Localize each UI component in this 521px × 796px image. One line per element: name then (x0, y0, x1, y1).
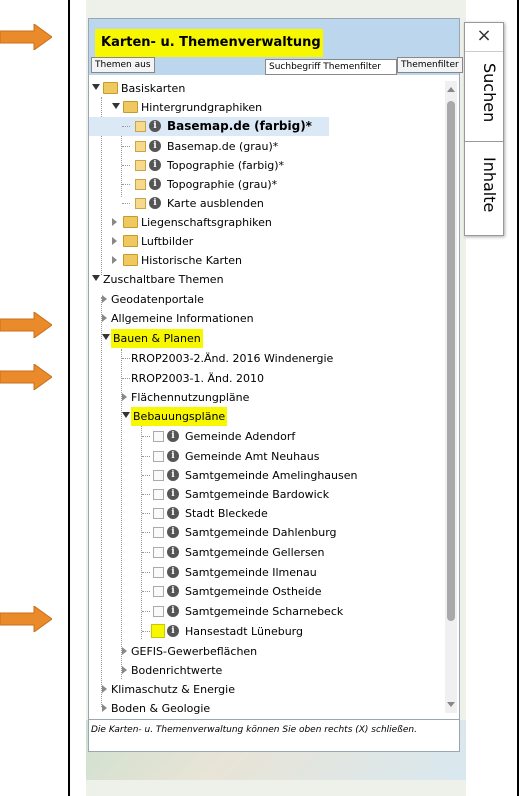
scroll-thumb (447, 101, 455, 621)
info-icon: i (167, 585, 179, 597)
theme-filter-button[interactable]: Themenfilter (397, 57, 463, 73)
info-icon: i (149, 178, 161, 190)
scroll-up-icon (447, 87, 455, 92)
info-icon: i (167, 507, 179, 519)
panel-header: Karten- u. Themenverwaltung Themen aus S… (89, 19, 463, 75)
info-icon: i (149, 120, 161, 132)
panel-title: Karten- u. Themenverwaltung (101, 35, 321, 50)
info-icon: i (167, 488, 179, 500)
tree-scrollbar[interactable] (445, 81, 457, 713)
tree-item-basemap-farbig[interactable]: i Basemap.de (farbig)* (89, 117, 329, 136)
themes-off-button[interactable]: Themen aus (91, 57, 155, 73)
info-icon: i (167, 450, 179, 462)
info-icon: i (167, 546, 179, 558)
tab-inhalte[interactable]: Inhalte (471, 157, 499, 212)
scroll-down-icon (447, 702, 455, 707)
tab-suchen[interactable]: Suchen (471, 63, 499, 122)
theme-filter-input[interactable]: Suchbegriff Themenfilter (265, 59, 397, 75)
annotation-arrow-icon (0, 24, 52, 50)
info-icon: i (167, 605, 179, 617)
info-icon: i (167, 430, 179, 442)
annotation-arrow-icon (0, 312, 52, 338)
theme-tree: Basiskarten Hintergrundgraphiken i Basem… (89, 79, 457, 715)
info-icon: i (149, 159, 161, 171)
info-icon: i (167, 566, 179, 578)
info-icon: i (167, 625, 179, 637)
close-icon[interactable]: × (465, 23, 503, 52)
annotation-arrow-icon (0, 364, 52, 390)
info-icon: i (167, 526, 179, 538)
panel-footer-hint: Die Karten- u. Themenverwaltung können S… (89, 719, 459, 751)
info-icon: i (149, 197, 161, 209)
annotation-arrow-icon (0, 606, 52, 632)
info-icon: i (149, 140, 161, 152)
info-icon: i (167, 469, 179, 481)
theme-management-panel: Karten- u. Themenverwaltung Themen aus S… (88, 18, 463, 752)
side-tab-panel: × Suchen Inhalte (464, 22, 504, 236)
